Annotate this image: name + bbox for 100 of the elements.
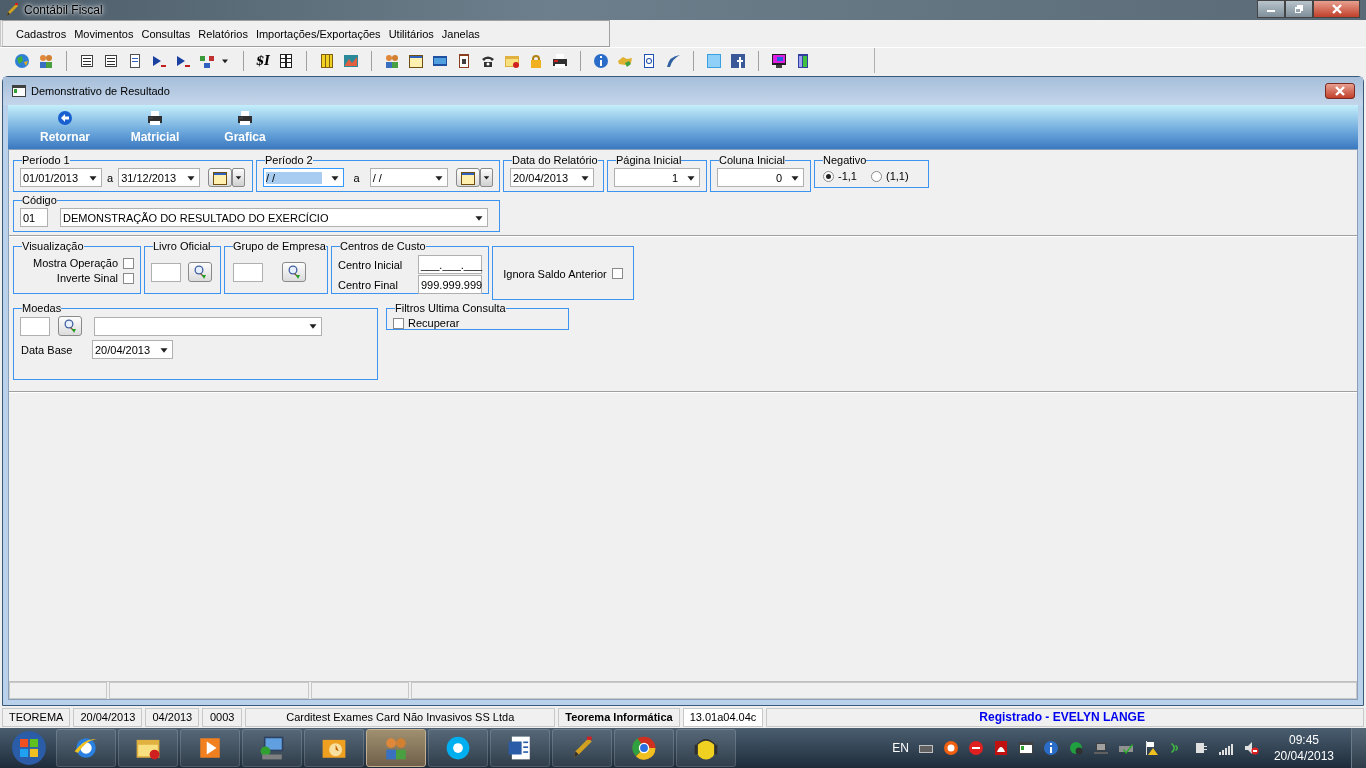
people-icon[interactable]	[383, 52, 400, 69]
menu-item[interactable]: Utilitários	[385, 27, 439, 40]
group-label: Grupo de Empresa	[233, 240, 326, 252]
wheel-icon	[631, 735, 657, 761]
back-icon	[57, 110, 73, 126]
menu-item[interactable]: Cadastros	[13, 27, 72, 40]
printer-icon[interactable]	[551, 52, 568, 69]
calendar-icon	[460, 169, 477, 186]
date-dropdown[interactable]: / /	[369, 168, 449, 187]
menu-item[interactable]: Movimentos	[71, 27, 139, 40]
group-label: Período 1	[22, 154, 70, 166]
computer-icon	[259, 735, 285, 761]
app-title: Contábil Fiscal	[24, 3, 103, 17]
pencil-icon	[4, 2, 20, 18]
dropdown-button[interactable]	[232, 168, 246, 187]
close-icon	[1332, 86, 1348, 96]
swoosh-icon[interactable]	[664, 52, 681, 69]
laptop-icon[interactable]	[1092, 740, 1109, 756]
tile-icon[interactable]	[705, 52, 722, 69]
code-field[interactable]: 01	[20, 208, 48, 227]
status-panel: Teorema Informática	[558, 707, 680, 727]
input-field[interactable]	[233, 262, 263, 282]
show-desktop-button[interactable]	[1351, 728, 1366, 768]
checkbox[interactable]	[123, 257, 134, 269]
checkbox[interactable]	[123, 272, 134, 284]
date-dropdown[interactable]: 20/04/2013	[92, 340, 173, 359]
group-label: Centros de Custo	[340, 240, 426, 252]
input-field[interactable]	[151, 262, 181, 282]
checkbox-label: Recuperar	[408, 317, 460, 329]
date-dropdown[interactable]: / /	[263, 168, 344, 187]
input-field[interactable]	[20, 316, 50, 336]
radio-label: (1,1)	[885, 170, 909, 182]
menu-item[interactable]: Importações/Exportações	[252, 27, 386, 40]
minimize-button[interactable]	[1257, 0, 1285, 18]
info-icon[interactable]	[592, 52, 609, 69]
status-panel: Carditest Exames Card Não Invasivos SS Ltda	[245, 707, 556, 727]
list-icon[interactable]	[103, 52, 119, 69]
chart-icon[interactable]	[342, 52, 359, 69]
restore-button[interactable]	[1285, 0, 1313, 18]
calendar-button[interactable]	[208, 168, 233, 187]
menu-item[interactable]: Consultas	[138, 27, 196, 40]
clock-time[interactable]: 09:45	[1288, 732, 1319, 748]
date-dropdown[interactable]: 01/01/2013	[20, 168, 102, 187]
language-indicator[interactable]: EN	[892, 741, 909, 755]
monitor-icon[interactable]	[770, 52, 787, 69]
status-panel: TEOREMA	[2, 707, 71, 727]
window-icon	[11, 83, 27, 99]
checkbox-label: Ignora Saldo Anterior	[503, 267, 607, 280]
document-icon[interactable]	[127, 52, 143, 69]
network-icon[interactable]	[1067, 740, 1084, 756]
input-field[interactable]: 999.999.999	[418, 275, 482, 294]
date-dropdown[interactable]: 31/12/2013	[118, 168, 201, 187]
field-label: Data Base	[20, 343, 74, 356]
book-icon[interactable]	[318, 52, 335, 69]
window-title: Demonstrativo de Resultado	[31, 85, 170, 97]
globe-icon[interactable]	[14, 52, 30, 69]
search-button[interactable]	[188, 262, 212, 282]
search-button[interactable]	[58, 316, 82, 336]
close-button[interactable]	[1313, 0, 1360, 18]
document-icon	[507, 735, 533, 761]
group-label: Código	[22, 194, 57, 206]
status-panel: Registrado - EVELYN LANGE	[766, 707, 1364, 727]
grid-icon[interactable]	[277, 52, 294, 69]
ring-icon[interactable]	[942, 740, 959, 756]
stop-icon[interactable]	[967, 740, 984, 756]
browser-icon	[73, 735, 99, 761]
printer-icon	[237, 110, 253, 126]
checkbox[interactable]	[611, 268, 623, 279]
field-label: Centro Final	[338, 278, 398, 291]
toolbar-button[interactable]: $I	[256, 53, 270, 68]
menu-item[interactable]: Janelas	[438, 27, 485, 40]
checkbox[interactable]	[393, 317, 404, 329]
speaker-muted-icon[interactable]	[1242, 740, 1259, 756]
group-label: Visualização	[22, 240, 84, 252]
info-icon[interactable]	[1042, 740, 1059, 756]
input-field[interactable]: ___.___.___	[418, 255, 482, 274]
report-dropdown[interactable]: DEMONSTRAÇÃO DO RESULTADO DO EXERCÍCIO	[60, 208, 488, 227]
radio-button[interactable]	[823, 170, 834, 182]
checkbox-label: Mostra Operação	[33, 257, 118, 269]
window-icon[interactable]	[1017, 740, 1034, 756]
radio-button[interactable]	[870, 170, 882, 182]
field-label: a	[352, 171, 361, 184]
dropdown-button[interactable]	[480, 168, 493, 187]
date-dropdown[interactable]: 20/04/2013	[510, 168, 594, 187]
group-label: Negativo	[823, 154, 867, 166]
close-button[interactable]	[1325, 83, 1355, 99]
status-panel: 0003	[202, 707, 243, 727]
pdf-icon[interactable]	[992, 740, 1009, 756]
status-panel: 04/2013	[145, 707, 200, 727]
number-dropdown[interactable]: 1	[614, 168, 700, 187]
list-icon[interactable]	[79, 52, 95, 69]
calendar-icon[interactable]	[407, 52, 424, 69]
menu-item[interactable]: Relatórios	[195, 27, 253, 40]
group-label: Data do Relatório	[512, 154, 598, 166]
search-button[interactable]	[282, 262, 306, 282]
calendar-button[interactable]	[456, 168, 480, 187]
number-dropdown[interactable]: 0	[717, 168, 804, 187]
clock-date[interactable]: 20/04/2013	[1273, 748, 1334, 764]
people-icon[interactable]	[38, 52, 54, 69]
tile-icon[interactable]	[729, 52, 746, 69]
